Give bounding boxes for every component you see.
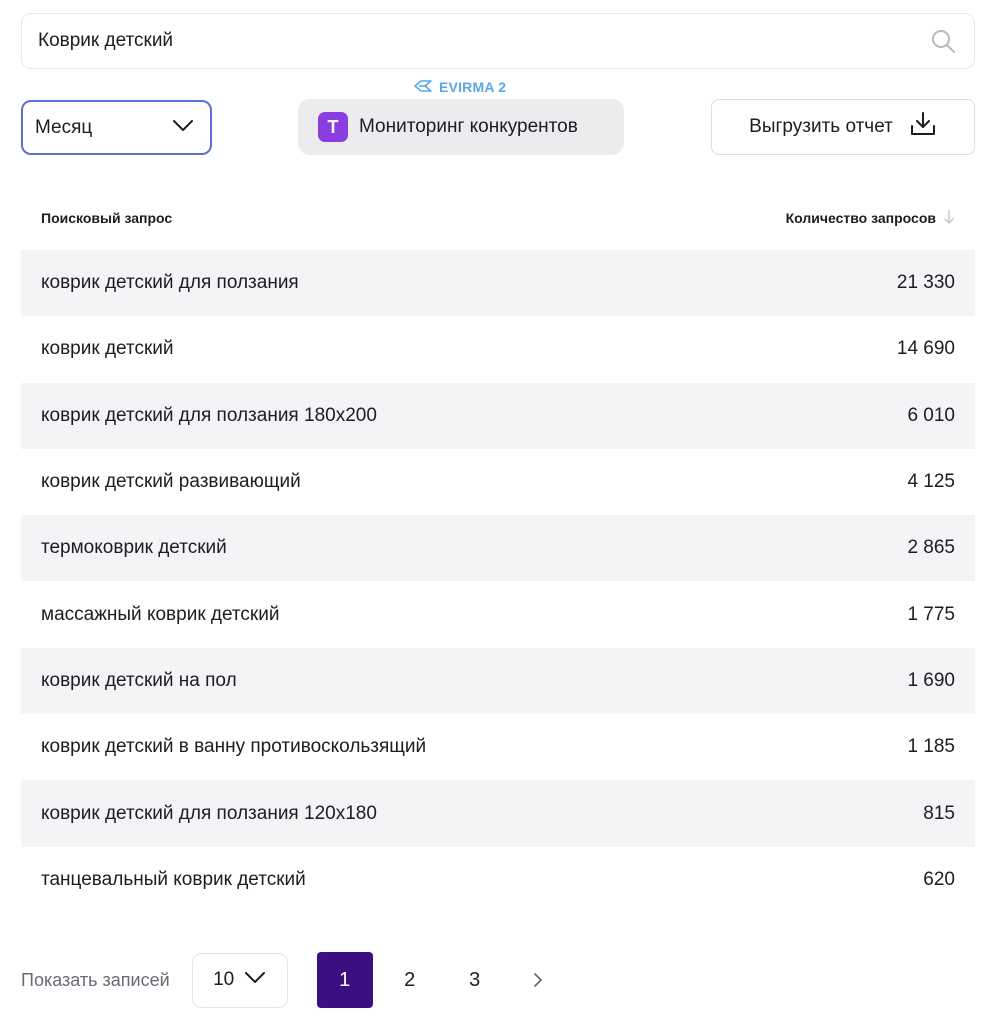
count-cell: 14 690: [896, 338, 955, 360]
chevron-down-icon: [244, 969, 266, 991]
query-cell: коврик детский для ползания 120х180: [41, 802, 377, 824]
count-cell: 620: [923, 868, 955, 890]
export-report-label: Выгрузить отчет: [749, 116, 893, 137]
query-cell: термоковрик детский: [41, 537, 227, 559]
table-row[interactable]: коврик детский для ползания 21 330: [21, 250, 975, 317]
page-size-value: 10: [213, 969, 235, 990]
count-cell: 1 185: [907, 736, 955, 758]
search-icon[interactable]: [928, 26, 958, 56]
count-cell: 4 125: [907, 471, 955, 493]
count-cell: 1 690: [907, 669, 955, 691]
evirma-logo-icon: [413, 79, 433, 96]
table-row[interactable]: коврик детский в ванну противоскользящий…: [21, 714, 975, 780]
monitoring-badge-icon: T: [318, 112, 348, 142]
query-cell: коврик детский: [41, 338, 174, 360]
page-size-select[interactable]: 10: [191, 952, 288, 1008]
evirma-label: EVIRMA 2: [413, 77, 506, 97]
period-select[interactable]: Месяц: [21, 100, 212, 155]
query-cell: коврик детский на пол: [41, 669, 237, 691]
table-row[interactable]: массажный коврик детский 1 775: [21, 581, 975, 647]
count-cell: 21 330: [896, 272, 955, 294]
download-icon: [909, 111, 937, 143]
query-cell: коврик детский для ползания: [41, 272, 299, 294]
query-cell: коврик детский для ползания 180х200: [41, 404, 377, 426]
table-row[interactable]: коврик детский для ползания 180х200 6 010: [21, 382, 975, 449]
table-row[interactable]: танцевальный коврик детский 620: [21, 847, 975, 913]
evirma-text: EVIRMA 2: [439, 79, 507, 95]
page-button-3[interactable]: 3: [447, 952, 503, 1008]
table-row[interactable]: коврик детский развивающий 4 125: [21, 449, 975, 515]
count-cell: 1 775: [907, 603, 955, 625]
query-cell: массажный коврик детский: [41, 603, 280, 625]
page-button-2[interactable]: 2: [382, 952, 438, 1008]
export-report-button[interactable]: Выгрузить отчет: [711, 99, 975, 155]
search-input[interactable]: [38, 30, 928, 52]
column-header-count[interactable]: Количество запросов: [786, 209, 955, 228]
column-header-count-label: Количество запросов: [785, 210, 936, 226]
count-cell: 815: [923, 802, 955, 824]
competitor-monitoring-label: Мониторинг конкурентов: [359, 116, 578, 137]
table-row[interactable]: коврик детский для ползания 120х180 815: [21, 780, 975, 847]
search-bar: [21, 13, 975, 69]
next-page-chevron-icon[interactable]: [518, 952, 558, 1008]
query-cell: танцевальный коврик детский: [41, 868, 306, 890]
count-cell: 6 010: [907, 404, 955, 426]
query-cell: коврик детский развивающий: [41, 471, 301, 493]
page-button-1[interactable]: 1: [316, 952, 373, 1008]
competitor-monitoring-button[interactable]: T Мониторинг конкурентов: [298, 99, 624, 155]
table-body: коврик детский для ползания 21 330 коврик…: [21, 250, 975, 913]
table-row[interactable]: термоковрик детский 2 865: [21, 515, 975, 582]
pagination: Показать записей 10 1 2 3: [21, 952, 558, 1008]
page-size-label: Показать записей: [21, 969, 170, 990]
chevron-down-icon: [172, 117, 194, 139]
period-select-value: Месяц: [35, 116, 93, 138]
sort-arrow-down-icon[interactable]: [943, 209, 955, 228]
column-header-query: Поисковый запрос: [41, 210, 173, 226]
table-row[interactable]: коврик детский на пол 1 690: [21, 647, 975, 715]
table-header: Поисковый запрос Количество запросов: [21, 196, 975, 240]
table-row[interactable]: коврик детский 14 690: [21, 316, 975, 382]
query-cell: коврик детский в ванну противоскользящий: [41, 736, 427, 758]
count-cell: 2 865: [907, 537, 955, 559]
